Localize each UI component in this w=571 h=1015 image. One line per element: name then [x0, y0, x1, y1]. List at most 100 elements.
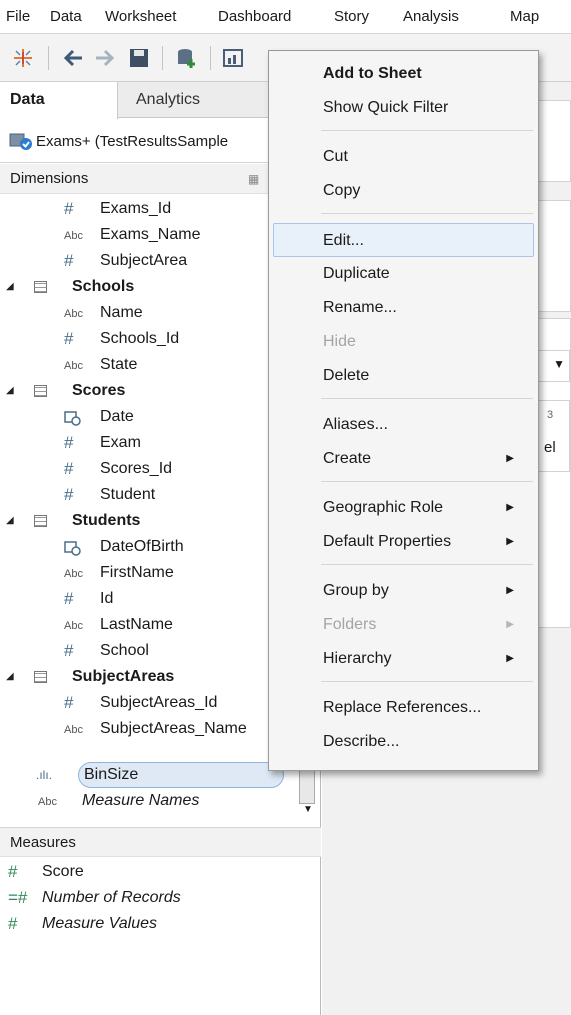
field-label: SubjectArea	[100, 252, 188, 269]
submenu-arrow-icon: ▶	[506, 619, 514, 630]
menu-story[interactable]: Story	[334, 8, 369, 26]
field-label: Student	[100, 486, 156, 503]
field-label: State	[100, 356, 138, 373]
menu-map[interactable]: Map	[510, 8, 539, 26]
field-label: Name	[100, 304, 143, 321]
number-icon: #	[64, 459, 74, 478]
scroll-down-icon[interactable]: ▼	[303, 804, 313, 815]
menu-folders-label: Folders	[323, 616, 377, 633]
field-label: SubjectAreas_Name	[100, 720, 247, 737]
table-icon	[34, 671, 47, 683]
menu-default-properties-label: Default Properties	[323, 533, 452, 550]
menu-separator	[321, 213, 533, 214]
field-context-menu: Add to Sheet Show Quick Filter Cut Copy …	[268, 50, 539, 771]
field-label: Score	[42, 863, 84, 880]
number-icon: #	[8, 914, 18, 933]
number-icon: #	[64, 329, 74, 348]
menu-delete[interactable]: Delete	[269, 359, 538, 393]
string-icon: Abc	[64, 724, 83, 736]
menu-data[interactable]: Data	[50, 8, 82, 26]
save-icon[interactable]	[124, 43, 154, 73]
folder-label: Schools	[72, 278, 135, 295]
menu-replace-references[interactable]: Replace References...	[269, 691, 538, 725]
measures-header: Measures	[0, 827, 321, 857]
number-icon: #	[64, 589, 74, 608]
submenu-arrow-icon: ▶	[506, 585, 514, 596]
submenu-arrow-icon: ▶	[506, 453, 514, 464]
menu-dashboard[interactable]: Dashboard	[218, 8, 291, 26]
field-label: School	[100, 642, 149, 659]
number-icon: #	[64, 251, 74, 270]
menu-aliases[interactable]: Aliases...	[269, 408, 538, 442]
menu-add-to-sheet[interactable]: Add to Sheet	[269, 57, 538, 91]
number-icon: #	[64, 693, 74, 712]
field-label: LastName	[100, 616, 173, 633]
menu-bar: File Data Worksheet Dashboard Story Anal…	[0, 0, 571, 34]
menu-show-quick-filter[interactable]: Show Quick Filter	[269, 91, 538, 125]
menu-separator	[321, 398, 533, 399]
chevron-down-icon: ▼	[553, 357, 565, 371]
string-icon: Abc	[38, 796, 57, 808]
menu-file[interactable]: File	[6, 8, 30, 26]
collapse-triangle-icon[interactable]: ◢	[6, 664, 14, 690]
field-label: Exams_Id	[100, 200, 172, 217]
number-icon: #	[8, 862, 18, 881]
menu-separator	[321, 130, 533, 131]
menu-copy[interactable]: Copy	[269, 174, 538, 208]
folder-label: SubjectAreas	[72, 668, 175, 685]
field-label: SubjectAreas_Id	[100, 694, 218, 711]
submenu-arrow-icon: ▶	[506, 653, 514, 664]
menu-edit[interactable]: Edit...	[273, 223, 534, 257]
menu-hide: Hide	[323, 333, 356, 350]
field-label: Exams_Name	[100, 226, 201, 243]
menu-analysis[interactable]: Analysis	[403, 8, 459, 26]
scrollbar-thumb[interactable]	[299, 770, 315, 804]
menu-hierarchy[interactable]: Hierarchy ▶	[269, 642, 538, 676]
datasource-icon	[8, 131, 34, 155]
measures-label: Measures	[10, 834, 76, 851]
menu-create[interactable]: Create ▶	[269, 442, 538, 476]
back-arrow-icon[interactable]	[58, 43, 88, 73]
menu-group-by[interactable]: Group by ▶	[269, 574, 538, 608]
tab-data[interactable]: Data	[0, 82, 118, 119]
collapse-triangle-icon[interactable]: ◢	[6, 274, 14, 300]
add-datasource-icon[interactable]	[172, 43, 202, 73]
label-icon: 3	[547, 409, 554, 421]
string-icon: Abc	[64, 230, 83, 242]
menu-default-properties[interactable]: Default Properties ▶	[269, 525, 538, 559]
string-icon: Abc	[64, 568, 83, 580]
number-icon: #	[64, 433, 74, 452]
field-label: Scores_Id	[100, 460, 173, 477]
menu-separator	[321, 564, 533, 565]
field-label: FirstName	[100, 564, 174, 581]
calc-number-icon: =#	[8, 888, 28, 907]
menu-cut[interactable]: Cut	[269, 140, 538, 174]
tableau-logo-icon[interactable]	[8, 43, 38, 73]
menu-folders: Folders ▶	[269, 608, 538, 642]
collapse-triangle-icon[interactable]: ◢	[6, 378, 14, 404]
string-icon: Abc	[64, 360, 83, 372]
bin-icon: .ılı.	[36, 768, 53, 782]
grid-icon[interactable]: ▦	[248, 172, 259, 186]
menu-describe[interactable]: Describe...	[269, 725, 538, 759]
forward-arrow-icon[interactable]	[90, 43, 120, 73]
date-icon	[64, 404, 81, 430]
field-label: Number of Records	[42, 889, 181, 906]
menu-group-by-label: Group by	[323, 582, 389, 599]
field-label: BinSize	[84, 766, 139, 783]
new-worksheet-icon[interactable]	[218, 43, 248, 73]
menu-duplicate[interactable]: Duplicate	[269, 257, 538, 291]
dimensions-label: Dimensions	[10, 170, 89, 187]
tab-analytics[interactable]: Analytics	[118, 82, 268, 118]
number-icon: #	[64, 485, 74, 504]
number-icon: #	[64, 199, 74, 218]
date-icon	[64, 534, 81, 560]
submenu-arrow-icon: ▶	[506, 502, 514, 513]
datasource-name: Exams+ (TestResultsSample	[36, 133, 229, 150]
collapse-triangle-icon[interactable]: ◢	[6, 508, 14, 534]
menu-geographic-role[interactable]: Geographic Role ▶	[269, 491, 538, 525]
field-label: Measure Values	[42, 915, 158, 932]
menu-worksheet[interactable]: Worksheet	[105, 8, 176, 26]
menu-rename[interactable]: Rename...	[269, 291, 538, 325]
submenu-arrow-icon: ▶	[506, 536, 514, 547]
